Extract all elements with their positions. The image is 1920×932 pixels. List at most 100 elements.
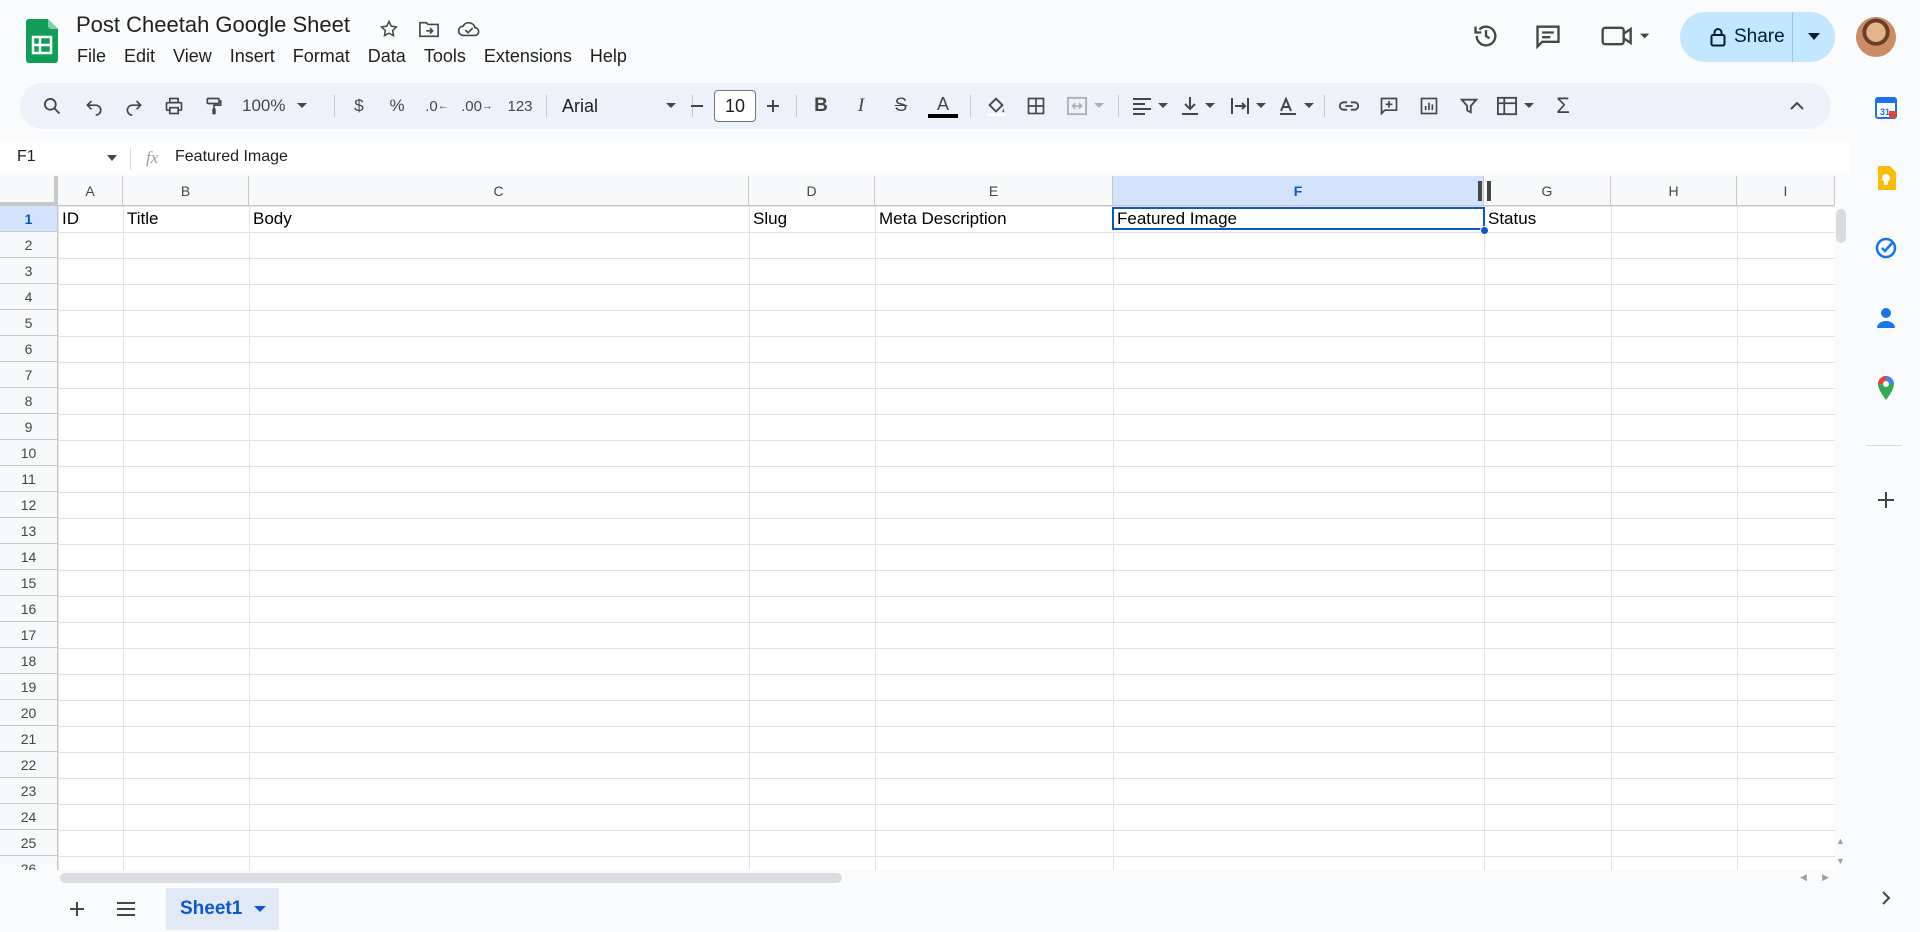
insert-link-icon[interactable]: [1332, 83, 1366, 129]
row-header-8[interactable]: 8: [0, 388, 58, 414]
row-header-16[interactable]: 16: [0, 596, 58, 622]
row-header-21[interactable]: 21: [0, 726, 58, 752]
cell-c1[interactable]: Body: [253, 209, 292, 229]
row-header-2[interactable]: 2: [0, 232, 58, 258]
row-header-10[interactable]: 10: [0, 440, 58, 466]
filter-icon[interactable]: [1452, 83, 1486, 129]
increase-decimal-button[interactable]: .00 →: [460, 83, 494, 129]
row-header-20[interactable]: 20: [0, 700, 58, 726]
merge-cells-icon[interactable]: [1060, 83, 1110, 129]
menu-tools[interactable]: Tools: [415, 44, 475, 68]
row-header-24[interactable]: 24: [0, 804, 58, 830]
cell-a1[interactable]: ID: [62, 209, 79, 229]
row-header-4[interactable]: 4: [0, 284, 58, 310]
all-sheets-icon[interactable]: [114, 898, 138, 920]
fill-color-icon[interactable]: [980, 83, 1012, 129]
text-rotation-icon[interactable]: [1274, 83, 1318, 129]
column-resize-handle-right[interactable]: [1487, 181, 1491, 201]
text-wrapping-icon[interactable]: [1226, 83, 1270, 129]
menu-insert[interactable]: Insert: [221, 44, 284, 68]
column-header-b[interactable]: B: [123, 176, 249, 206]
scroll-right-icon[interactable]: ▶: [1822, 872, 1829, 883]
row-header-19[interactable]: 19: [0, 674, 58, 700]
fill-handle[interactable]: [1480, 226, 1489, 235]
cell-d1[interactable]: Slug: [753, 209, 787, 229]
account-avatar[interactable]: [1856, 17, 1896, 57]
column-header-a[interactable]: A: [58, 176, 123, 206]
row-header-6[interactable]: 6: [0, 336, 58, 362]
vertical-scrollbar-thumb[interactable]: [1836, 209, 1846, 243]
menu-help[interactable]: Help: [581, 44, 636, 68]
share-dropdown-button[interactable]: [1793, 12, 1835, 62]
format-currency-button[interactable]: $: [346, 83, 372, 129]
row-header-14[interactable]: 14: [0, 544, 58, 570]
row-header-13[interactable]: 13: [0, 518, 58, 544]
horizontal-scrollbar-thumb[interactable]: [60, 873, 842, 883]
undo-icon[interactable]: [78, 83, 110, 129]
row-header-26[interactable]: 26: [0, 856, 58, 870]
row-header-1[interactable]: 1: [0, 206, 58, 232]
row-header-9[interactable]: 9: [0, 414, 58, 440]
cell-b1[interactable]: Title: [127, 209, 159, 229]
insert-chart-icon[interactable]: [1412, 83, 1446, 129]
row-header-11[interactable]: 11: [0, 466, 58, 492]
document-title[interactable]: Post Cheetah Google Sheet: [76, 12, 350, 38]
row-header-23[interactable]: 23: [0, 778, 58, 804]
functions-icon[interactable]: Σ: [1546, 83, 1580, 129]
version-history-icon[interactable]: [1468, 18, 1504, 54]
redo-icon[interactable]: [118, 83, 150, 129]
decrease-decimal-button[interactable]: .0 ←: [422, 83, 452, 129]
calendar-icon[interactable]: 31: [1868, 90, 1904, 126]
column-header-f[interactable]: F: [1113, 176, 1484, 206]
scroll-up-icon[interactable]: ▲: [1836, 836, 1845, 846]
filter-views-icon[interactable]: [1490, 83, 1540, 129]
borders-icon[interactable]: [1020, 83, 1052, 129]
maps-icon[interactable]: [1868, 370, 1904, 406]
select-all-corner[interactable]: [0, 176, 58, 206]
column-header-h[interactable]: H: [1611, 176, 1737, 206]
row-header-12[interactable]: 12: [0, 492, 58, 518]
insert-comment-icon[interactable]: [1372, 83, 1406, 129]
menu-format[interactable]: Format: [284, 44, 359, 68]
meet-icon[interactable]: [1598, 18, 1654, 54]
menu-data[interactable]: Data: [359, 44, 415, 68]
italic-icon[interactable]: I: [846, 83, 876, 129]
contacts-icon[interactable]: [1868, 300, 1904, 336]
font-size-input[interactable]: 10: [714, 90, 756, 122]
horizontal-align-icon[interactable]: [1128, 83, 1172, 129]
row-header-25[interactable]: 25: [0, 830, 58, 856]
menu-file[interactable]: File: [68, 44, 115, 68]
bold-icon[interactable]: B: [806, 83, 836, 129]
more-formats-button[interactable]: 123: [504, 83, 536, 129]
share-button[interactable]: Share: [1680, 12, 1793, 62]
column-resize-handle[interactable]: [1478, 181, 1482, 201]
formula-input[interactable]: Featured Image: [175, 148, 288, 166]
print-icon[interactable]: [158, 83, 190, 129]
paint-format-icon[interactable]: [198, 83, 230, 129]
add-sheet-icon[interactable]: [66, 898, 88, 920]
spreadsheet-grid[interactable]: A B C D E F G H I 1 2 3 4 5 6 7 8 9 10 11 12 13 14 15 1…: [0, 176, 1835, 870]
cell-g1[interactable]: Status: [1488, 209, 1536, 229]
text-color-button[interactable]: A: [926, 83, 960, 129]
tasks-icon[interactable]: [1868, 230, 1904, 266]
vertical-scrollbar-track[interactable]: [1834, 176, 1850, 870]
keep-icon[interactable]: [1868, 160, 1904, 196]
star-icon[interactable]: [376, 16, 402, 42]
menu-extensions[interactable]: Extensions: [475, 44, 581, 68]
move-to-folder-icon[interactable]: [416, 16, 442, 42]
search-menus-icon[interactable]: [36, 83, 68, 129]
row-header-17[interactable]: 17: [0, 622, 58, 648]
row-header-22[interactable]: 22: [0, 752, 58, 778]
column-header-c[interactable]: C: [249, 176, 749, 206]
cloud-saved-icon[interactable]: [456, 16, 482, 42]
get-addons-icon[interactable]: [1868, 482, 1904, 518]
increase-font-size-icon[interactable]: [760, 83, 786, 129]
column-header-e[interactable]: E: [875, 176, 1113, 206]
collapse-toolbar-icon[interactable]: [1780, 83, 1814, 129]
column-header-d[interactable]: D: [749, 176, 875, 206]
zoom-select[interactable]: 100%: [242, 83, 326, 129]
sheet-tab-sheet1[interactable]: Sheet1: [166, 888, 279, 930]
vertical-align-icon[interactable]: [1176, 83, 1220, 129]
row-header-5[interactable]: 5: [0, 310, 58, 336]
name-box-caret-icon[interactable]: [106, 154, 118, 162]
